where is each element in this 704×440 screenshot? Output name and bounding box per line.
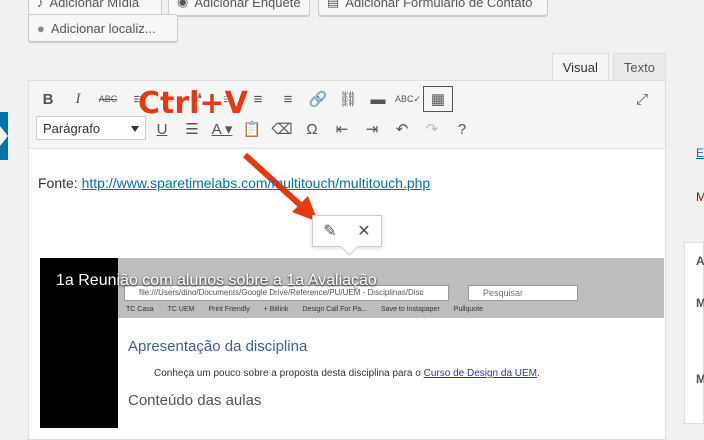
admin-menu-indicator xyxy=(0,112,8,160)
format-select-value: Parágrafo xyxy=(43,120,101,136)
source-label: Fonte: xyxy=(38,175,82,191)
outdent-icon[interactable]: ⇤ xyxy=(327,116,357,142)
add-location-label: Adicionar localiz... xyxy=(50,20,156,36)
align-right-icon[interactable]: ≡ xyxy=(273,86,303,112)
body-text: Conheça um pouco sobre a proposta desta … xyxy=(154,368,424,379)
special-character-icon[interactable]: Ω xyxy=(297,116,327,142)
editor-tabs: Visual Texto xyxy=(551,53,666,80)
ctrl-v-callout: Ctrl+V xyxy=(138,86,248,121)
add-poll-button[interactable]: ◉ Adicionar Enquete xyxy=(168,0,310,16)
editor-toolbar: B I ABC ≡ ≡ ❝ ≡ ≡ ≡ 🔗 ⛓ ▬ ABC✓ ▦ ⤢ U ☰ A… xyxy=(29,81,665,149)
embed-toolbar-popup: ✎ ✕ xyxy=(312,215,382,247)
add-poll-label: Adicionar Enquete xyxy=(194,0,301,10)
body-link: Curso de Design da UEM xyxy=(423,368,538,379)
italic-icon[interactable]: I xyxy=(63,86,93,112)
close-icon[interactable]: ✕ xyxy=(357,221,370,241)
body-end: . xyxy=(537,368,540,379)
sidebar-label-2: M xyxy=(696,372,704,386)
poll-icon: ◉ xyxy=(177,0,189,9)
unlink-icon[interactable]: ⛓ xyxy=(333,86,363,112)
bookmarks-bar: TC Casa TC UEM Print Friendly + Bitlink … xyxy=(126,306,483,313)
clear-formatting-icon[interactable]: ⌫ xyxy=(267,116,297,142)
video-embed[interactable]: file:///Users/dino/Documents/Google Driv… xyxy=(40,258,664,428)
read-more-icon[interactable]: ▬ xyxy=(363,86,393,112)
help-icon[interactable]: ? xyxy=(447,116,477,142)
add-contact-form-label: Adicionar Formulário de Contato xyxy=(345,0,533,10)
strikethrough-icon[interactable]: ABC xyxy=(93,86,123,112)
sidebar-label: M xyxy=(696,296,704,310)
sidebar-trash-text[interactable]: M xyxy=(696,190,704,204)
spellcheck-icon[interactable]: ABC✓ xyxy=(393,86,423,112)
location-pin-icon: ● xyxy=(37,20,45,36)
add-media-label: Adicionar Mídia xyxy=(49,0,140,10)
video-title: 1a Reunião com alunos sobre a 1a Avaliaç… xyxy=(56,272,377,289)
bookmark-item: + Bitlink xyxy=(263,306,289,313)
chevron-down-icon xyxy=(131,126,139,132)
sidebar-box xyxy=(684,242,704,424)
bookmark-item: Save to Instapaper xyxy=(381,306,440,313)
edit-pencil-icon[interactable]: ✎ xyxy=(323,221,336,241)
browser-search: Pesquisar xyxy=(468,285,578,301)
add-location-button[interactable]: ● Adicionar localiz... xyxy=(28,14,178,42)
page-subheading: Conteúdo das aulas xyxy=(128,392,262,409)
bold-icon[interactable]: B xyxy=(33,86,63,112)
redo-icon[interactable]: ↷ xyxy=(417,116,447,142)
page-heading: Apresentação da disciplina xyxy=(128,338,308,355)
page-body: Conheça um pouco sobre a proposta desta … xyxy=(154,368,540,379)
bookmark-item: Pullquote xyxy=(453,306,483,313)
bookmark-item: Design Call For Pa... xyxy=(302,306,368,313)
undo-icon[interactable]: ↶ xyxy=(387,116,417,142)
sidebar-link[interactable]: E xyxy=(696,146,704,160)
add-contact-form-button[interactable]: ▤ Adicionar Formulário de Contato xyxy=(318,0,548,16)
source-link[interactable]: http://www.sparetimelabs.com/multitouch/… xyxy=(82,175,431,191)
bookmark-item: Print Friendly xyxy=(208,306,250,313)
bookmark-item: TC Casa xyxy=(126,306,154,313)
indent-icon[interactable]: ⇥ xyxy=(357,116,387,142)
tab-visual[interactable]: Visual xyxy=(551,53,609,80)
form-icon: ▤ xyxy=(327,0,340,9)
tab-text[interactable]: Texto xyxy=(612,53,666,80)
format-select[interactable]: Parágrafo xyxy=(36,116,146,140)
sidebar-box-title: A xyxy=(696,254,704,268)
fullscreen-icon[interactable]: ⤢ xyxy=(627,86,657,112)
toolbar-toggle-icon[interactable]: ▦ xyxy=(423,86,453,112)
bookmark-item: TC UEM xyxy=(167,306,195,313)
link-icon[interactable]: 🔗 xyxy=(303,86,333,112)
editor-content: Fonte: http://www.sparetimelabs.com/mult… xyxy=(38,175,430,191)
music-icon: ♪ xyxy=(37,0,44,10)
